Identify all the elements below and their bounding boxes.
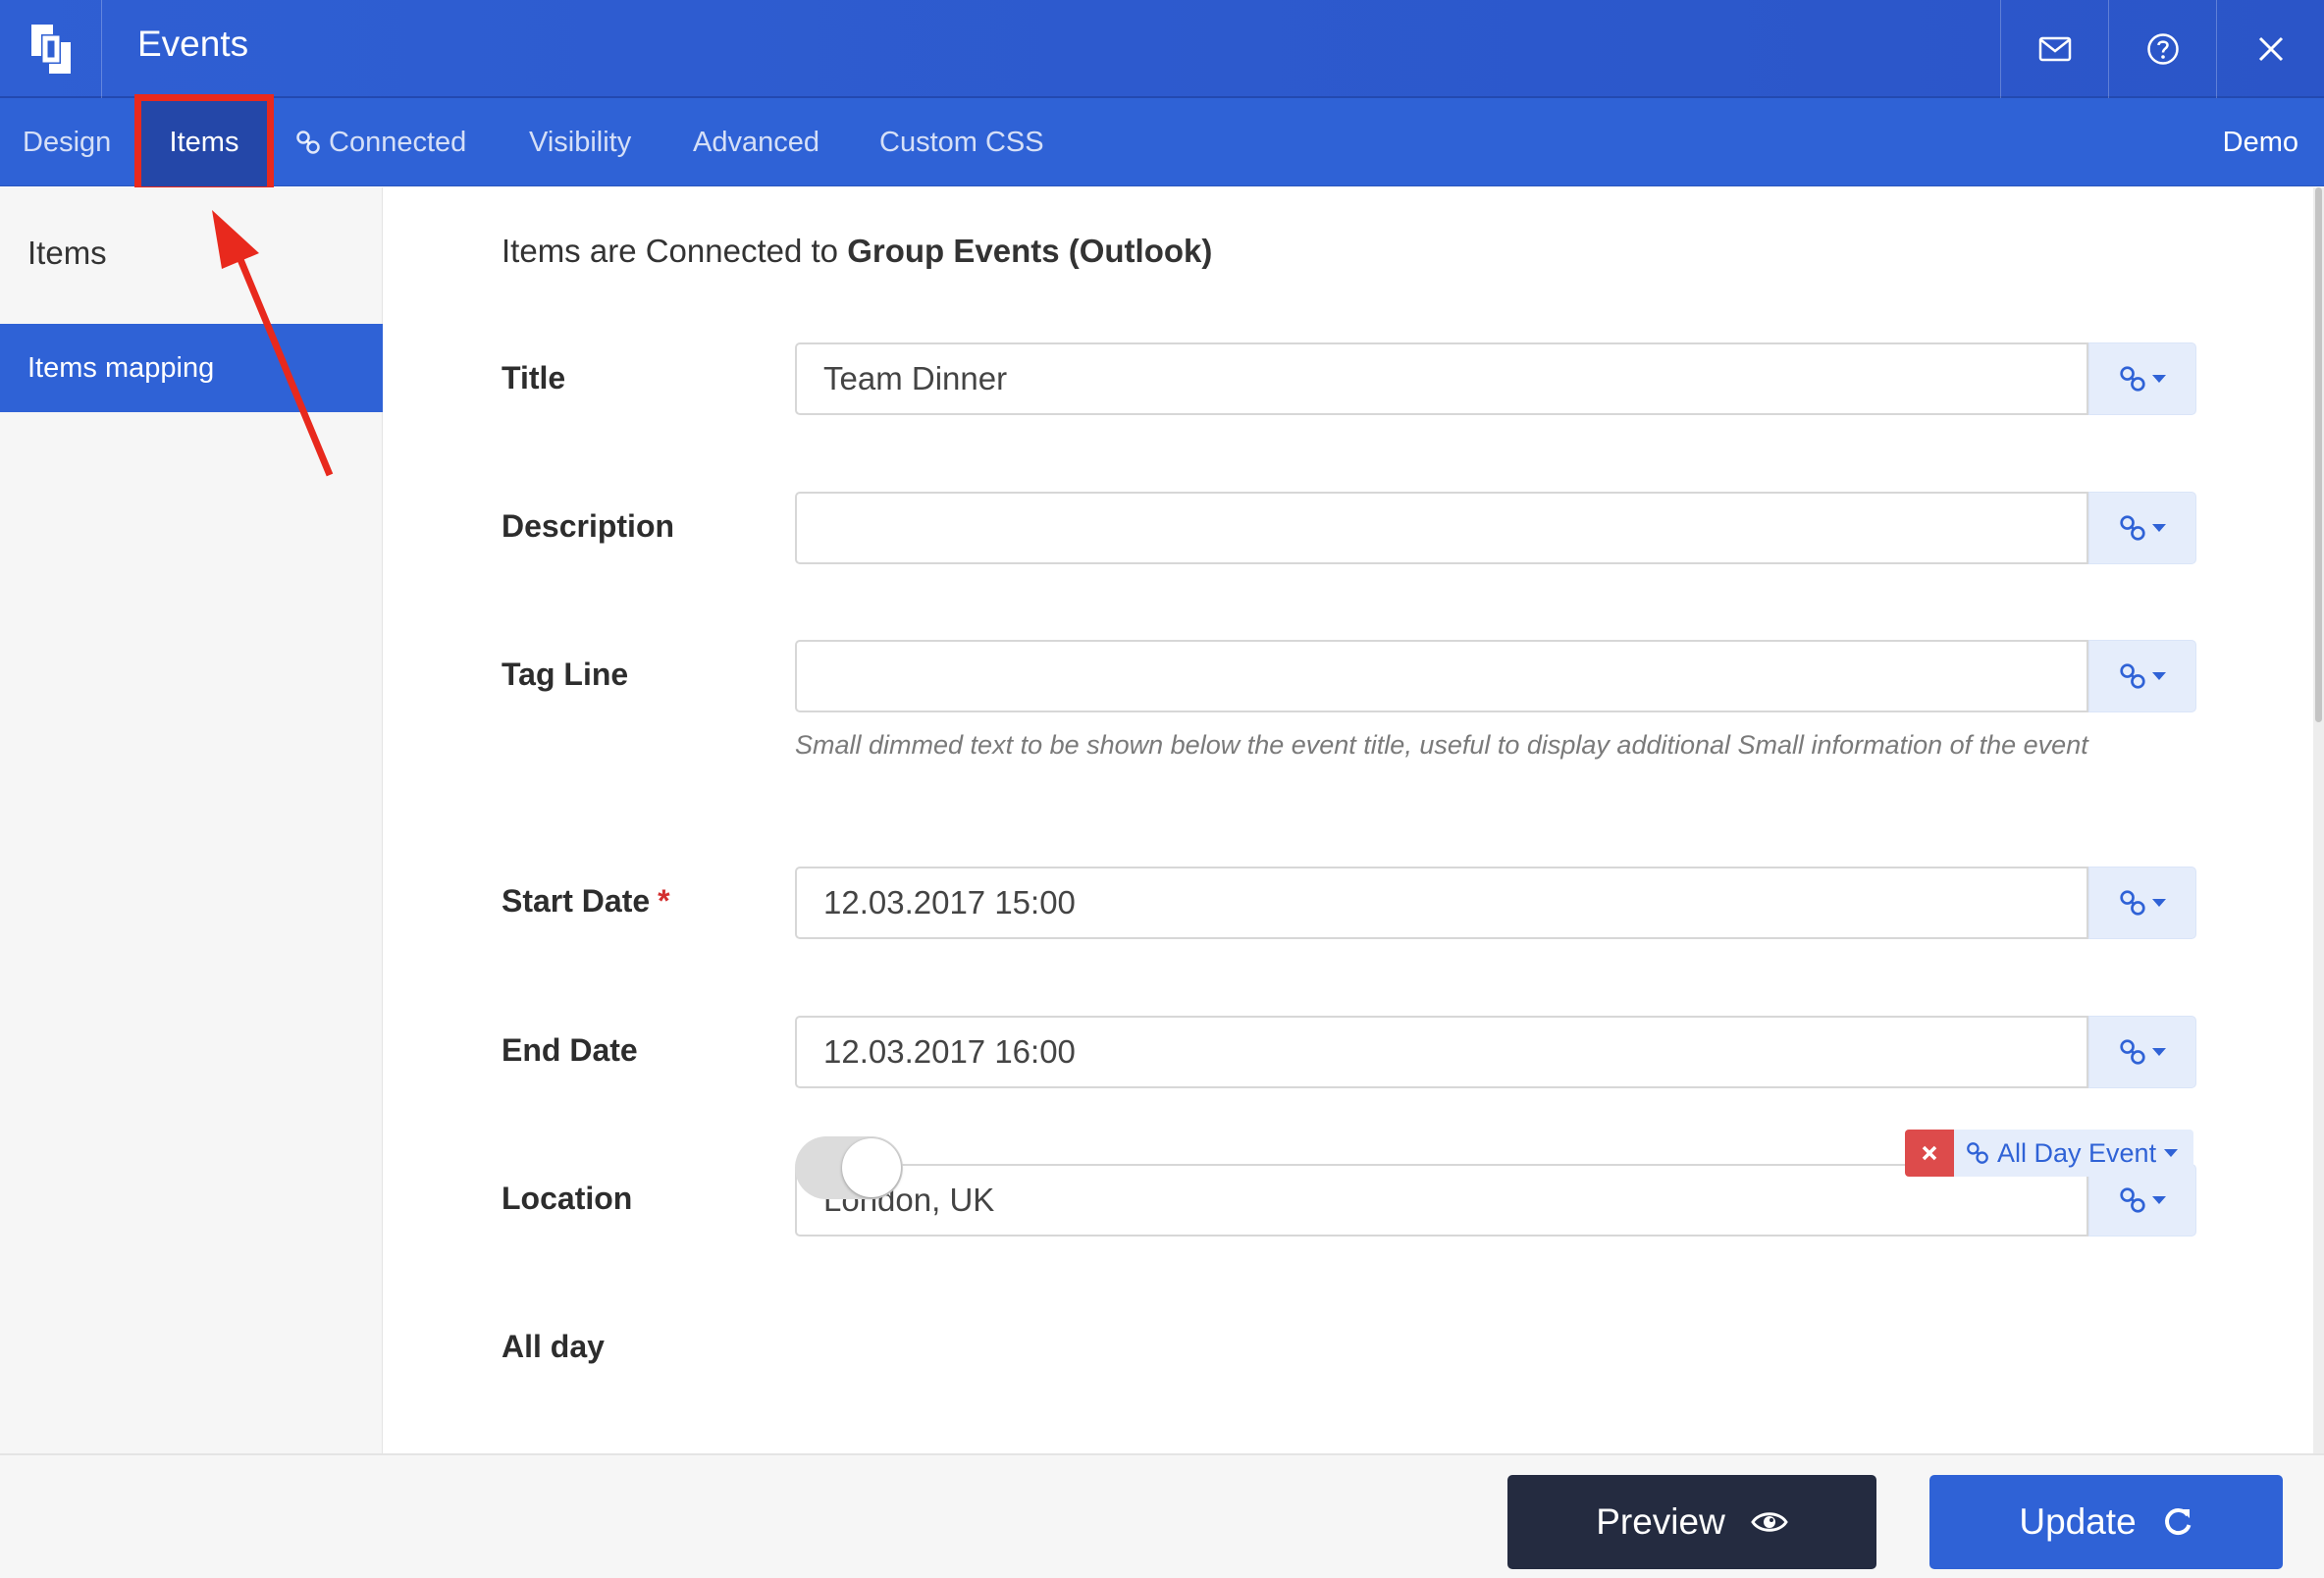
link-icon xyxy=(1967,1142,1988,1164)
connection-source: Group Events (Outlook) xyxy=(847,233,1213,269)
tag-line-input[interactable] xyxy=(795,640,2088,712)
chevron-down-icon xyxy=(2152,899,2166,907)
field-label-all-day: All day xyxy=(502,1329,605,1364)
main-scrollbar[interactable] xyxy=(2313,187,2324,1453)
logo-icon xyxy=(30,25,71,74)
chevron-down-icon xyxy=(2152,1196,2166,1204)
toggle-knob xyxy=(842,1138,901,1197)
field-label-title: Title xyxy=(502,360,566,395)
title-map-button[interactable] xyxy=(2088,342,2196,415)
remove-mapping-button[interactable] xyxy=(1905,1130,1954,1177)
link-icon xyxy=(2120,890,2145,916)
scrollbar-thumb[interactable] xyxy=(2315,187,2322,722)
preview-button[interactable]: Preview xyxy=(1507,1475,1876,1569)
chevron-down-icon xyxy=(2152,375,2166,383)
link-icon xyxy=(2120,1039,2145,1065)
required-mark: * xyxy=(658,883,670,919)
connection-intro: Items are Connected to Group Events (Out… xyxy=(502,233,1213,269)
sidebar-heading: Items xyxy=(27,235,107,271)
sidebar-item-label: Items mapping xyxy=(27,351,215,384)
all-day-map-dropdown[interactable]: All Day Event xyxy=(1954,1130,2194,1177)
mail-icon xyxy=(2038,36,2071,62)
mail-button[interactable] xyxy=(2000,0,2108,98)
close-button[interactable] xyxy=(2216,0,2324,98)
link-icon xyxy=(295,130,321,155)
field-label-tag-line: Tag Line xyxy=(502,657,629,692)
logo[interactable] xyxy=(0,0,102,98)
link-icon xyxy=(2120,366,2145,392)
title-input[interactable]: Team Dinner xyxy=(795,342,2088,415)
all-day-mapping: All Day Event xyxy=(1905,1130,2194,1177)
update-button[interactable]: Update xyxy=(1929,1475,2283,1569)
chevron-down-icon xyxy=(2164,1149,2179,1157)
footer-bar: Preview Update xyxy=(0,1453,2324,1578)
chevron-down-icon xyxy=(2152,524,2166,532)
field-label-end-date: End Date xyxy=(502,1032,638,1068)
tab-custom-css[interactable]: Custom CSS xyxy=(879,98,1044,186)
tag-line-help-text: Small dimmed text to be shown below the … xyxy=(795,730,2088,760)
end-date-map-button[interactable] xyxy=(2088,1016,2196,1088)
x-icon xyxy=(1922,1145,1937,1161)
tab-items[interactable]: Items xyxy=(141,98,267,186)
description-map-button[interactable] xyxy=(2088,492,2196,564)
chevron-down-icon xyxy=(2152,1048,2166,1056)
tab-design[interactable]: Design xyxy=(23,98,111,186)
sidebar-item-items-mapping[interactable]: Items mapping xyxy=(0,324,383,412)
start-date-input[interactable]: 12.03.2017 15:00 xyxy=(795,867,2088,939)
refresh-icon xyxy=(2164,1508,2192,1536)
field-label-description: Description xyxy=(502,508,675,544)
eye-icon xyxy=(1751,1512,1788,1532)
tab-connected[interactable]: Connected xyxy=(295,98,466,186)
help-button[interactable] xyxy=(2108,0,2216,98)
link-icon xyxy=(2120,515,2145,541)
field-label-start-date: Start Date * xyxy=(502,883,670,919)
tab-advanced[interactable]: Advanced xyxy=(693,98,819,186)
link-icon xyxy=(2120,1187,2145,1213)
app-title: Events xyxy=(137,24,249,64)
tag-line-map-button[interactable] xyxy=(2088,640,2196,712)
end-date-input[interactable]: 12.03.2017 16:00 xyxy=(795,1016,2088,1088)
demo-label[interactable]: Demo xyxy=(2223,98,2298,186)
close-icon xyxy=(2258,36,2283,62)
sidebar: Items Items mapping xyxy=(0,187,383,1453)
start-date-map-button[interactable] xyxy=(2088,867,2196,939)
tab-visibility[interactable]: Visibility xyxy=(529,98,631,186)
app-window: Events Design Items Connected Visibility… xyxy=(0,0,2324,1578)
description-input[interactable] xyxy=(795,492,2088,564)
help-icon xyxy=(2146,33,2179,65)
location-input[interactable]: London, UK xyxy=(795,1164,2088,1236)
field-label-location: Location xyxy=(502,1181,633,1216)
all-day-toggle[interactable] xyxy=(795,1136,903,1199)
link-icon xyxy=(2120,663,2145,689)
chevron-down-icon xyxy=(2152,672,2166,680)
tab-bar: Design Items Connected Visibility Advanc… xyxy=(0,98,2324,186)
main-panel: Items are Connected to Group Events (Out… xyxy=(384,187,2307,1453)
header-bar: Events xyxy=(0,0,2324,98)
